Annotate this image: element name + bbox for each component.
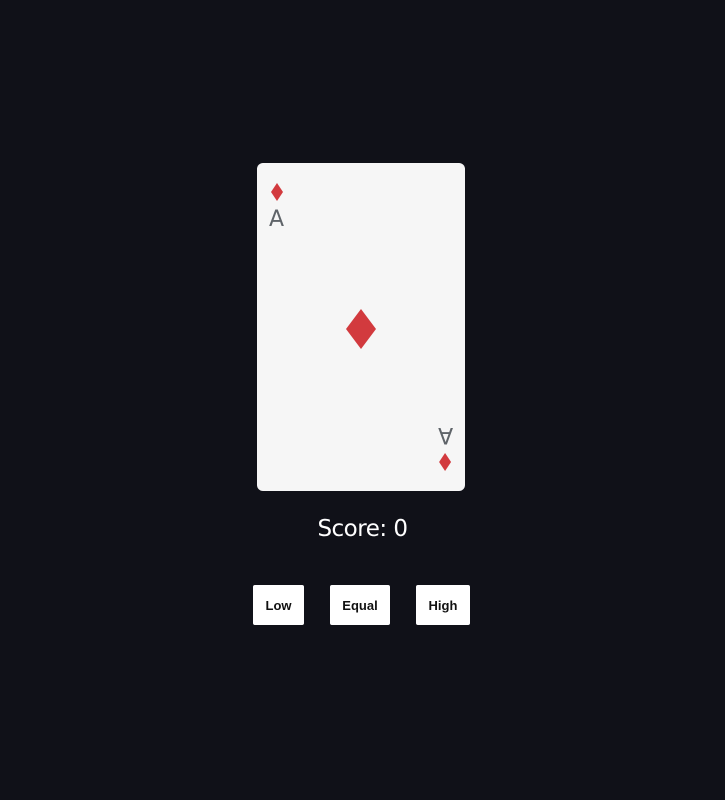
score-display: Score: 0 — [317, 516, 408, 542]
equal-button[interactable]: Equal — [330, 585, 390, 625]
card-rank-top: A — [269, 207, 285, 232]
card-rank-bottom: A — [437, 422, 453, 447]
low-button[interactable]: Low — [253, 585, 304, 625]
diamond-icon — [270, 183, 283, 201]
card-bottom-right-corner: A — [437, 422, 453, 471]
diamond-icon — [346, 309, 376, 349]
high-button[interactable]: High — [416, 585, 470, 625]
playing-card: A A — [257, 163, 465, 491]
diamond-icon — [439, 453, 452, 471]
card-top-left-corner: A — [269, 183, 284, 231]
